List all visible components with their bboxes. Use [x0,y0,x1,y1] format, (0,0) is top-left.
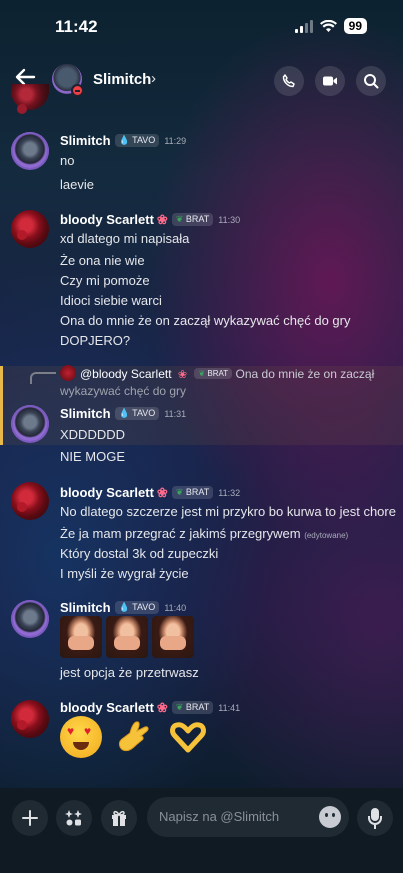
pinching-hand-emoji-icon[interactable] [113,716,155,758]
timestamp: 11:40 [164,603,187,613]
page-title[interactable]: Slimitch [93,71,151,88]
battery-icon: 99 [343,18,367,34]
message-line: no [60,153,75,168]
message-line: No dlatego szczerze jest mi przykro bo k… [60,504,396,519]
flower-icon: ❀ [156,700,168,715]
phone-icon[interactable] [274,66,304,96]
timestamp: 11:31 [164,409,187,419]
gift-icon[interactable] [101,800,137,836]
avatar[interactable] [11,600,49,638]
reply-preview-line: wykazywać chęć do gry [60,384,187,398]
message-line: Który dostal 3k od zupeczki [60,546,219,561]
message-line: Ona do mnie że on zaczął wykazywać chęć … [60,313,351,328]
timestamp: 11:32 [218,488,241,498]
message-line: xd dlatego mi napisała [60,231,190,246]
username[interactable]: bloody Scarlett [60,485,154,500]
brat-tag: ❦ BRAT [171,213,214,226]
timestamp: 11:29 [164,136,187,146]
status-bar: 11:42 99 [0,0,403,52]
tavo-tag: 💧 TAVO [114,407,160,420]
heart-eyes-emoji-icon[interactable]: ♥ ♥ [60,716,102,759]
timestamp: 11:30 [218,215,241,225]
username[interactable]: bloody Scarlett [60,700,154,715]
message-line: DOPJERO? [60,333,131,348]
message-line: XDDDDDD [60,427,125,442]
emoji-icon[interactable] [319,806,341,828]
timestamp: 11:41 [218,703,241,713]
message-line: laevie [60,177,94,192]
avatar[interactable] [11,405,49,443]
heart-hands-emoji-icon[interactable] [167,716,209,758]
username[interactable]: Slimitch [60,600,111,615]
message-line: jest opcja że przetrwasz [60,665,199,680]
dnd-status-icon [71,84,84,97]
edited-label: (edytowane) [304,531,349,540]
reply-connector [30,372,56,384]
tavo-tag: 💧 TAVO [114,134,160,147]
plus-icon[interactable] [12,800,48,836]
reply-preview[interactable]: @bloody Scarlett ❀ ❦ BRAT Ona do mnie że… [80,367,374,381]
tavo-tag: 💧 TAVO [114,601,160,614]
wifi-icon [319,19,337,32]
apps-icon[interactable] [56,800,92,836]
avatar[interactable] [11,132,49,170]
avatar[interactable] [60,365,76,381]
avatar[interactable] [11,210,49,248]
sticker-image[interactable] [152,616,194,658]
sticker-image[interactable] [60,616,102,658]
flower-icon: ❀ [156,212,168,227]
status-time: 11:42 [55,17,98,36]
avatar[interactable] [11,482,49,520]
message-line: Idioci siebie warci [60,293,162,308]
brat-tag: ❦ BRAT [171,701,214,714]
message-input-placeholder: Napisz na @Slimitch [159,809,280,824]
brat-tag: ❦ BRAT [171,486,214,499]
username[interactable]: bloody Scarlett [60,212,154,227]
flower-icon: ❀ [156,485,168,500]
chevron-right-icon[interactable]: › [151,70,156,87]
avatar[interactable] [11,700,49,738]
chat-header: Slimitch › [0,52,403,108]
message-line: I myśli że wygrał życie [60,566,189,581]
message-line: Czy mi pomoże [60,273,150,288]
search-icon[interactable] [356,66,386,96]
message-line: Że ja mam przegrać z jakimś przegrywem (… [60,526,349,541]
video-icon[interactable] [315,66,345,96]
sticker-image[interactable] [106,616,148,658]
message-input[interactable]: Napisz na @Slimitch [147,797,349,837]
message-line: Że ona nie wie [60,253,145,268]
message-line: NIE MOGE [60,449,126,464]
composer-bar: Napisz na @Slimitch [0,788,403,873]
username[interactable]: Slimitch [60,406,111,421]
username[interactable]: Slimitch [60,133,111,148]
signal-icon [294,19,313,33]
mic-icon[interactable] [357,800,393,836]
